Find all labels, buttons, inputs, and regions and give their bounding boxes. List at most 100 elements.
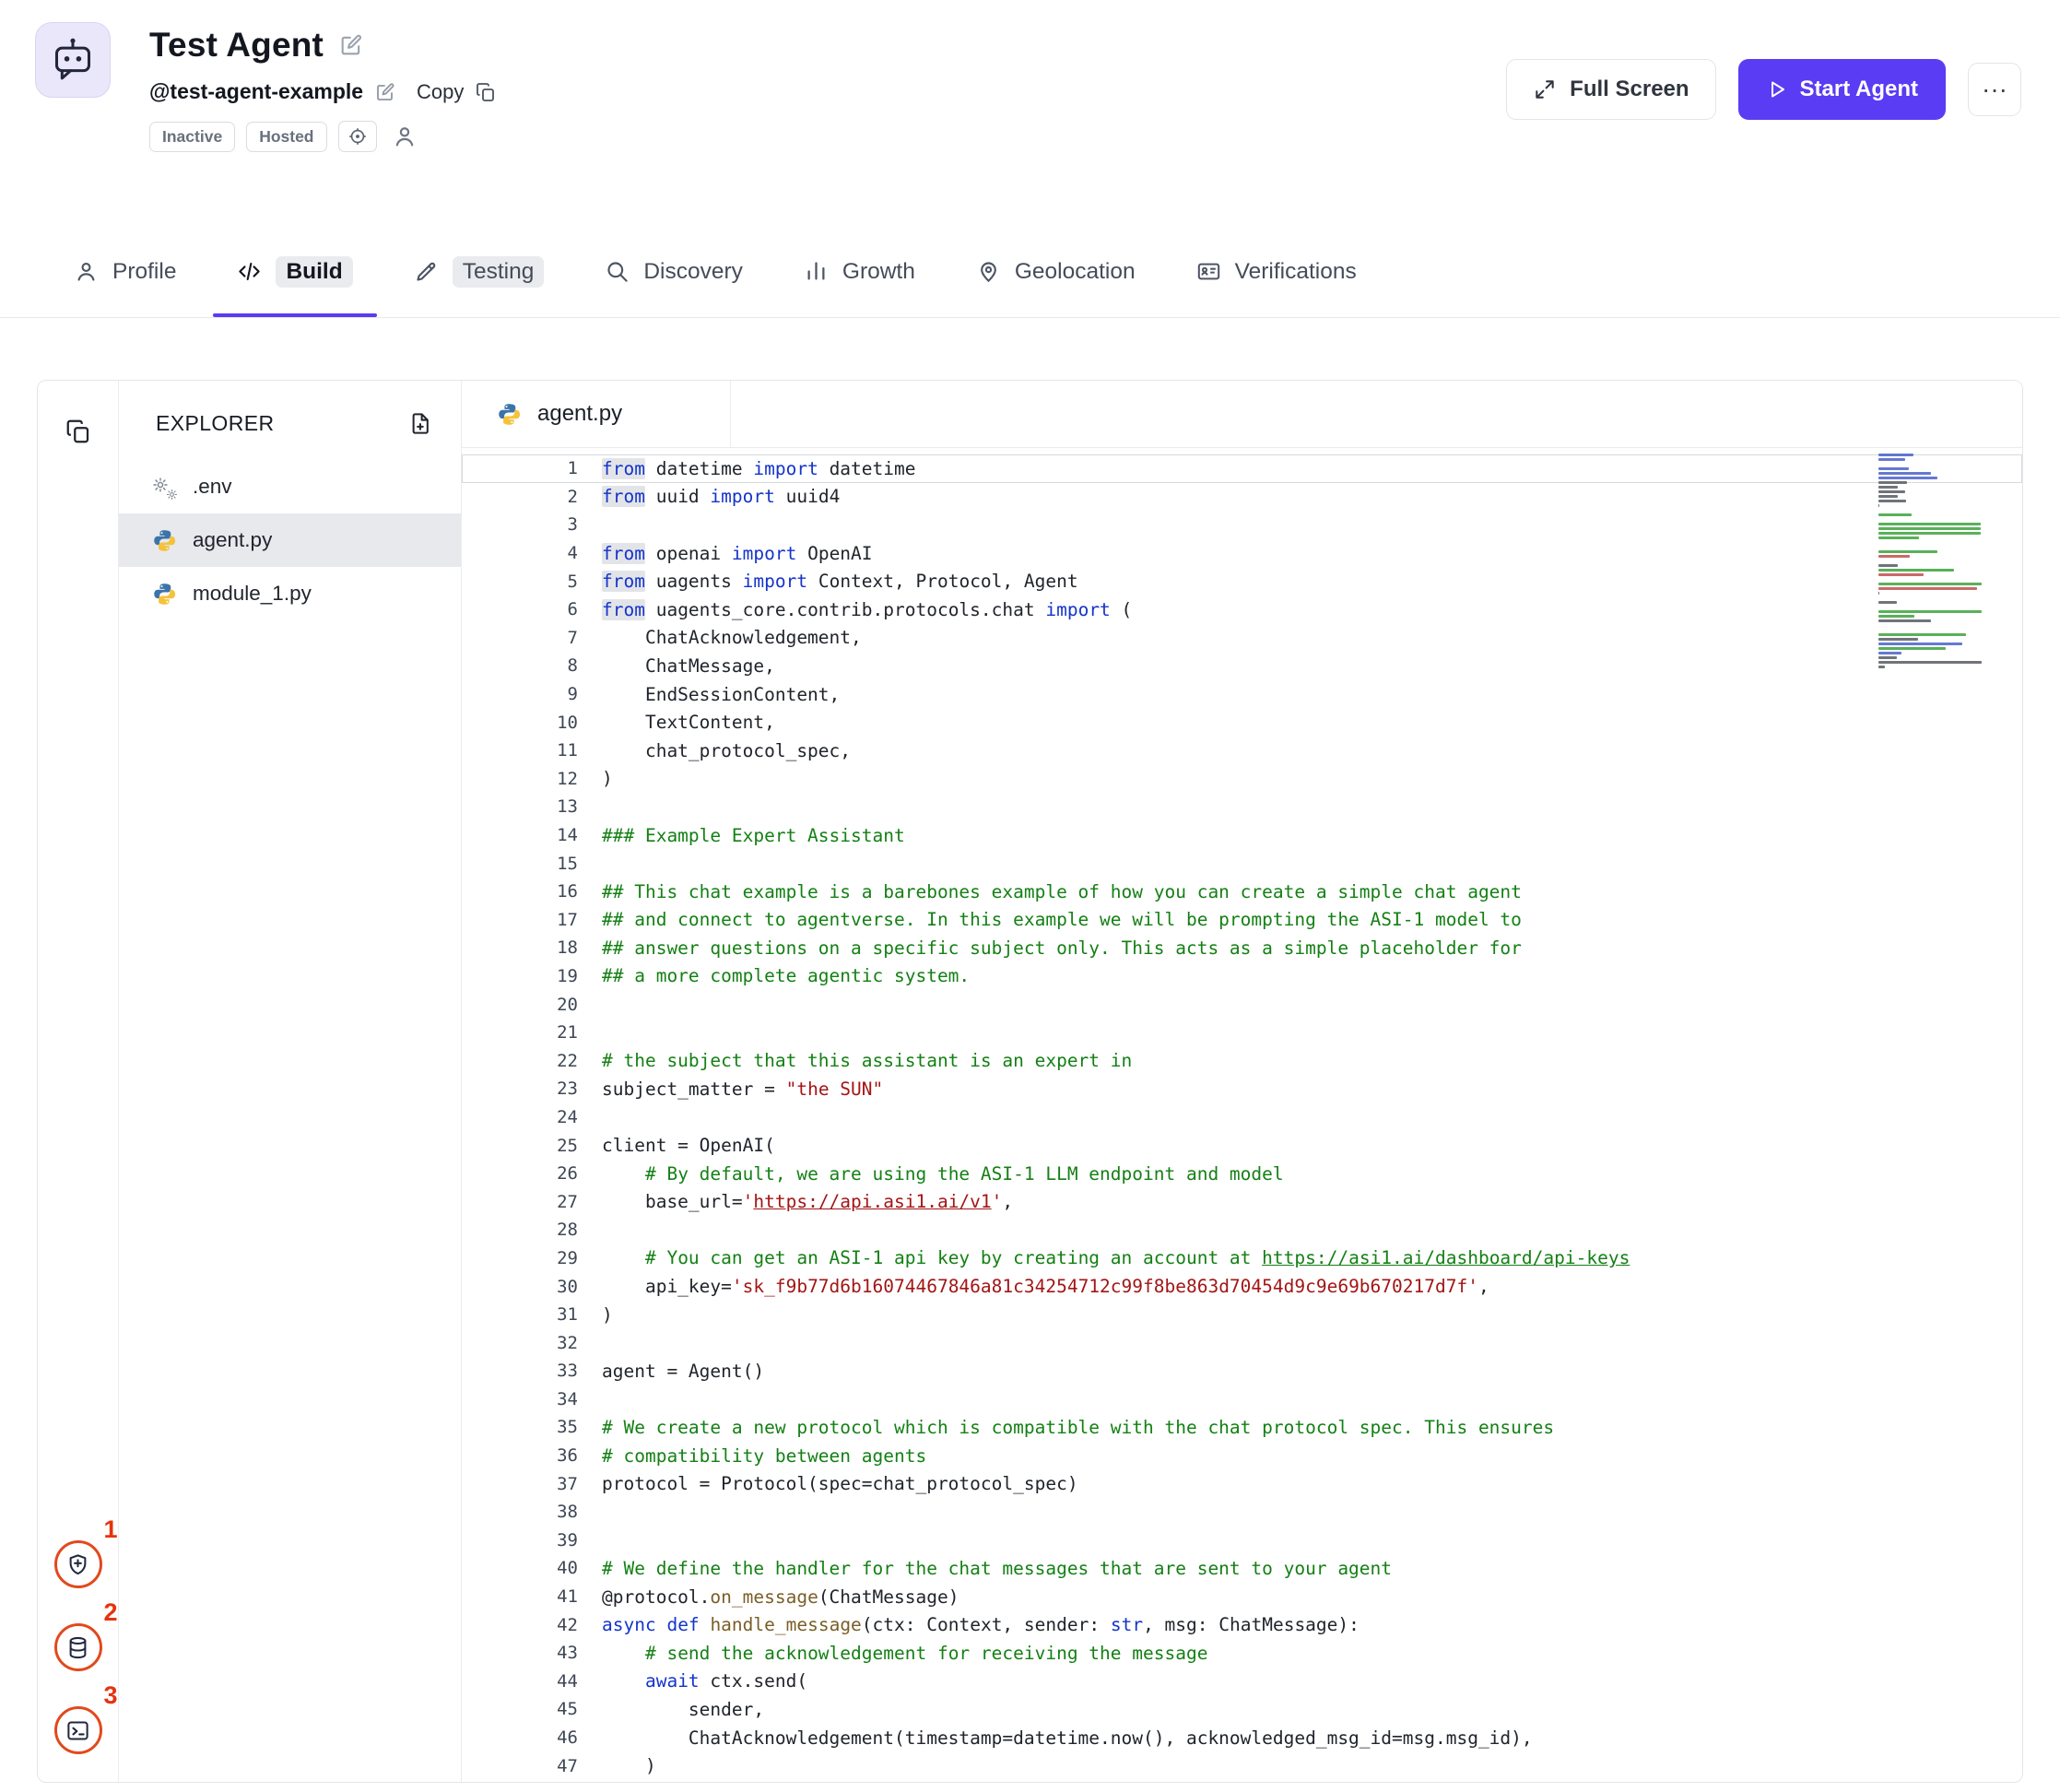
code-line-40[interactable]: 40# We define the handler for the chat m… — [462, 1554, 2022, 1583]
code-line-10[interactable]: 10 TextContent, — [462, 708, 2022, 737]
line-number: 26 — [462, 1163, 602, 1184]
more-options-button[interactable]: ··· — [1968, 63, 2021, 116]
file-item-env[interactable]: .env — [119, 460, 461, 513]
code-line-9[interactable]: 9 EndSessionContent, — [462, 680, 2022, 709]
code-line-4[interactable]: 4from openai import OpenAI — [462, 539, 2022, 568]
code-line-22[interactable]: 22# the subject that this assistant is a… — [462, 1046, 2022, 1075]
copy-files-button[interactable] — [65, 418, 92, 445]
shield-button[interactable] — [54, 1540, 102, 1588]
code-line-27[interactable]: 27 base_url='https://api.asi1.ai/v1', — [462, 1187, 2022, 1216]
code-line-5[interactable]: 5from uagents import Context, Protocol, … — [462, 567, 2022, 595]
tab-discovery[interactable]: Discovery — [605, 226, 743, 317]
full-screen-button[interactable]: Full Screen — [1506, 59, 1715, 120]
annotation-2: 2 — [54, 1623, 102, 1671]
code-area[interactable]: 1from datetime import datetime2from uuid… — [462, 448, 2022, 1782]
code-line-1[interactable]: 1from datetime import datetime — [462, 454, 2022, 483]
code-line-31[interactable]: 31) — [462, 1301, 2022, 1329]
code-line-41[interactable]: 41@protocol.on_message(ChatMessage) — [462, 1583, 2022, 1611]
code-line-2[interactable]: 2from uuid import uuid4 — [462, 483, 2022, 512]
code-line-24[interactable]: 24 — [462, 1103, 2022, 1132]
code-line-16[interactable]: 16## This chat example is a barebones ex… — [462, 878, 2022, 906]
code-line-12[interactable]: 12) — [462, 765, 2022, 794]
line-number: 15 — [462, 854, 602, 874]
line-number: 5 — [462, 572, 602, 592]
code-line-36[interactable]: 36# compatibility between agents — [462, 1442, 2022, 1470]
terminal-button[interactable] — [54, 1706, 102, 1754]
code-line-3[interactable]: 3 — [462, 511, 2022, 539]
edit-handle-icon[interactable] — [374, 81, 396, 103]
tab-growth[interactable]: Growth — [804, 226, 915, 317]
code-line-30[interactable]: 30 api_key='sk_f9b77d6b16074467846a81c34… — [462, 1272, 2022, 1301]
line-number: 13 — [462, 796, 602, 817]
code-line-33[interactable]: 33agent = Agent() — [462, 1357, 2022, 1385]
minimap[interactable] — [1878, 454, 1982, 670]
annotation-number: 1 — [103, 1515, 117, 1544]
code-line-6[interactable]: 6from uagents_core.contrib.protocols.cha… — [462, 595, 2022, 624]
code-line-47[interactable]: 47 ) — [462, 1751, 2022, 1780]
code-line-11[interactable]: 11 chat_protocol_spec, — [462, 737, 2022, 765]
bar-chart-icon — [804, 259, 829, 284]
line-number: 45 — [462, 1699, 602, 1719]
line-number: 30 — [462, 1277, 602, 1297]
file-item-module-1-py[interactable]: module_1.py — [119, 567, 461, 620]
code-line-15[interactable]: 15 — [462, 849, 2022, 878]
editor-tab-agent-py[interactable]: agent.py — [462, 381, 731, 447]
line-number: 38 — [462, 1502, 602, 1522]
code-line-26[interactable]: 26 # By default, we are using the ASI-1 … — [462, 1160, 2022, 1188]
editor-tabstrip: agent.py — [462, 381, 2022, 448]
tab-profile[interactable]: Profile — [74, 226, 176, 317]
code-line-13[interactable]: 13 — [462, 793, 2022, 821]
code-line-29[interactable]: 29 # You can get an ASI-1 api key by cre… — [462, 1244, 2022, 1273]
line-number: 21 — [462, 1022, 602, 1043]
code-line-38[interactable]: 38 — [462, 1498, 2022, 1527]
fullscreen-icon — [1533, 77, 1557, 101]
code-line-45[interactable]: 45 sender, — [462, 1695, 2022, 1724]
code-line-8[interactable]: 8 ChatMessage, — [462, 652, 2022, 680]
copy-address-label[interactable]: Copy — [417, 80, 464, 104]
python-icon — [497, 402, 522, 427]
code-line-19[interactable]: 19## a more complete agentic system. — [462, 962, 2022, 991]
copy-icon[interactable] — [475, 81, 497, 103]
tab-testing[interactable]: Testing — [414, 226, 545, 317]
code-line-39[interactable]: 39 — [462, 1527, 2022, 1555]
tab-geolocation[interactable]: Geolocation — [976, 226, 1136, 317]
code-lines: 1from datetime import datetime2from uuid… — [462, 454, 2022, 1780]
file-list: .env agent.py module_1.py — [119, 460, 461, 620]
line-number: 1 — [462, 458, 602, 478]
code-line-18[interactable]: 18## answer questions on a specific subj… — [462, 934, 2022, 962]
code-line-7[interactable]: 7 ChatAcknowledgement, — [462, 624, 2022, 653]
line-number: 16 — [462, 881, 602, 902]
code-line-14[interactable]: 14### Example Expert Assistant — [462, 821, 2022, 850]
tab-verifications[interactable]: Verifications — [1196, 226, 1357, 317]
line-number: 17 — [462, 910, 602, 930]
target-button[interactable] — [338, 121, 377, 152]
code-line-21[interactable]: 21 — [462, 1019, 2022, 1047]
storage-button[interactable] — [54, 1623, 102, 1671]
pencil-icon — [414, 259, 439, 284]
copy-icon — [65, 418, 92, 445]
new-file-button[interactable] — [408, 411, 433, 436]
tab-bar: Profile Build Testing Discovery Growth G… — [0, 226, 2060, 318]
code-line-37[interactable]: 37protocol = Protocol(spec=chat_protocol… — [462, 1469, 2022, 1498]
agent-handle: @test-agent-example — [149, 79, 363, 104]
start-agent-button[interactable]: Start Agent — [1738, 59, 1946, 120]
code-line-20[interactable]: 20 — [462, 990, 2022, 1019]
edit-title-icon[interactable] — [338, 32, 364, 58]
code-line-17[interactable]: 17## and connect to agentverse. In this … — [462, 906, 2022, 935]
line-number: 9 — [462, 684, 602, 704]
code-line-35[interactable]: 35# We create a new protocol which is co… — [462, 1413, 2022, 1442]
file-item-agent-py[interactable]: agent.py — [119, 513, 461, 567]
line-number: 10 — [462, 713, 602, 733]
tab-label: Build — [276, 256, 352, 288]
code-line-25[interactable]: 25client = OpenAI( — [462, 1131, 2022, 1160]
code-line-43[interactable]: 43 # send the acknowledgement for receiv… — [462, 1639, 2022, 1668]
code-line-28[interactable]: 28 — [462, 1216, 2022, 1244]
code-line-23[interactable]: 23subject_matter = "the SUN" — [462, 1075, 2022, 1103]
code-line-46[interactable]: 46 ChatAcknowledgement(timestamp=datetim… — [462, 1724, 2022, 1752]
code-line-44[interactable]: 44 await ctx.send( — [462, 1668, 2022, 1696]
editor-tab-label: agent.py — [537, 401, 622, 427]
code-line-34[interactable]: 34 — [462, 1385, 2022, 1414]
code-line-32[interactable]: 32 — [462, 1328, 2022, 1357]
tab-build[interactable]: Build — [237, 226, 352, 317]
code-line-42[interactable]: 42async def handle_message(ctx: Context,… — [462, 1610, 2022, 1639]
